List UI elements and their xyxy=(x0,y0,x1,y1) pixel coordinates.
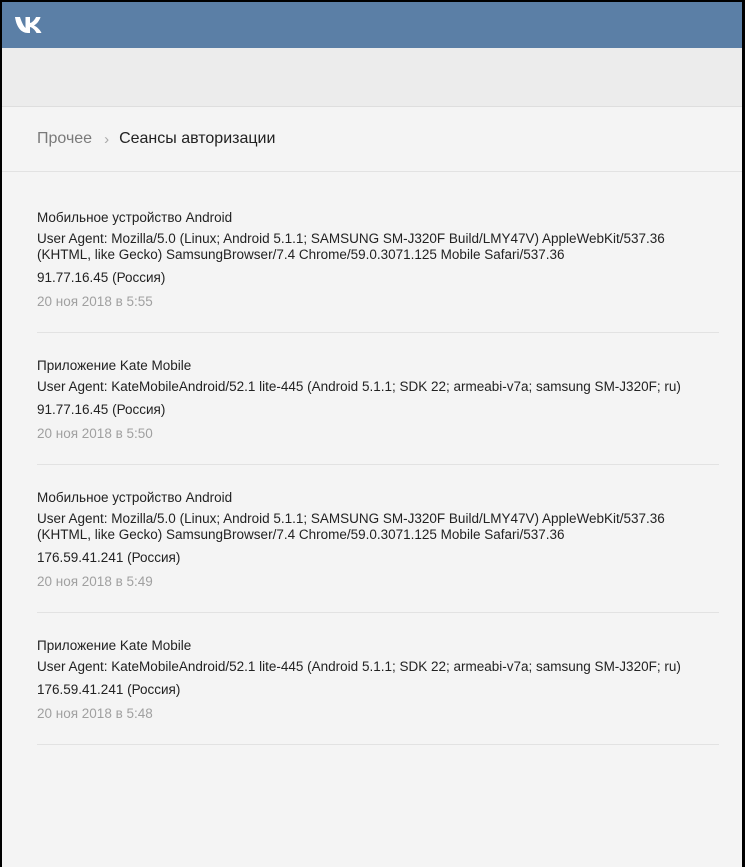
session-ip: 176.59.41.241 (Россия) xyxy=(37,682,181,697)
session-item: Мобильное устройство Android User Agent:… xyxy=(37,465,719,613)
session-user-agent: User Agent: KateMobileAndroid/52.1 lite-… xyxy=(37,379,681,394)
session-item: Приложение Kate Mobile User Agent: KateM… xyxy=(37,613,719,745)
session-ip: 91.77.16.45 (Россия) xyxy=(37,402,166,417)
session-date: 20 ноя 2018 в 5:48 xyxy=(37,706,153,721)
session-date: 20 ноя 2018 в 5:55 xyxy=(37,294,153,309)
session-user-agent: User Agent: Mozilla/5.0 (Linux; Android … xyxy=(37,511,665,542)
page-title: Сеансы авторизации xyxy=(119,130,276,147)
session-user-agent: User Agent: KateMobileAndroid/52.1 lite-… xyxy=(37,659,681,674)
sessions-list: Мобильное устройство Android User Agent:… xyxy=(2,172,742,745)
session-date: 20 ноя 2018 в 5:49 xyxy=(37,574,153,589)
breadcrumb: Прочее › Сеансы авторизации xyxy=(2,107,742,172)
top-header-bar xyxy=(2,2,742,48)
breadcrumb-separator-icon: › xyxy=(104,130,110,148)
session-ip: 91.77.16.45 (Россия) xyxy=(37,270,166,285)
secondary-bar xyxy=(2,48,742,107)
app-window: Прочее › Сеансы авторизации Мобильное ус… xyxy=(0,0,745,867)
session-device: Приложение Kate Mobile xyxy=(37,358,192,373)
session-ip: 176.59.41.241 (Россия) xyxy=(37,550,181,565)
vk-logo-icon[interactable] xyxy=(14,14,44,36)
session-device: Мобильное устройство Android xyxy=(37,210,233,225)
session-item: Мобильное устройство Android User Agent:… xyxy=(37,195,719,333)
session-user-agent: User Agent: Mozilla/5.0 (Linux; Android … xyxy=(37,231,665,262)
session-date: 20 ноя 2018 в 5:50 xyxy=(37,426,153,441)
session-device: Мобильное устройство Android xyxy=(37,490,233,505)
breadcrumb-parent-link[interactable]: Прочее xyxy=(37,130,92,148)
session-device: Приложение Kate Mobile xyxy=(37,638,192,653)
session-item: Приложение Kate Mobile User Agent: KateM… xyxy=(37,333,719,465)
